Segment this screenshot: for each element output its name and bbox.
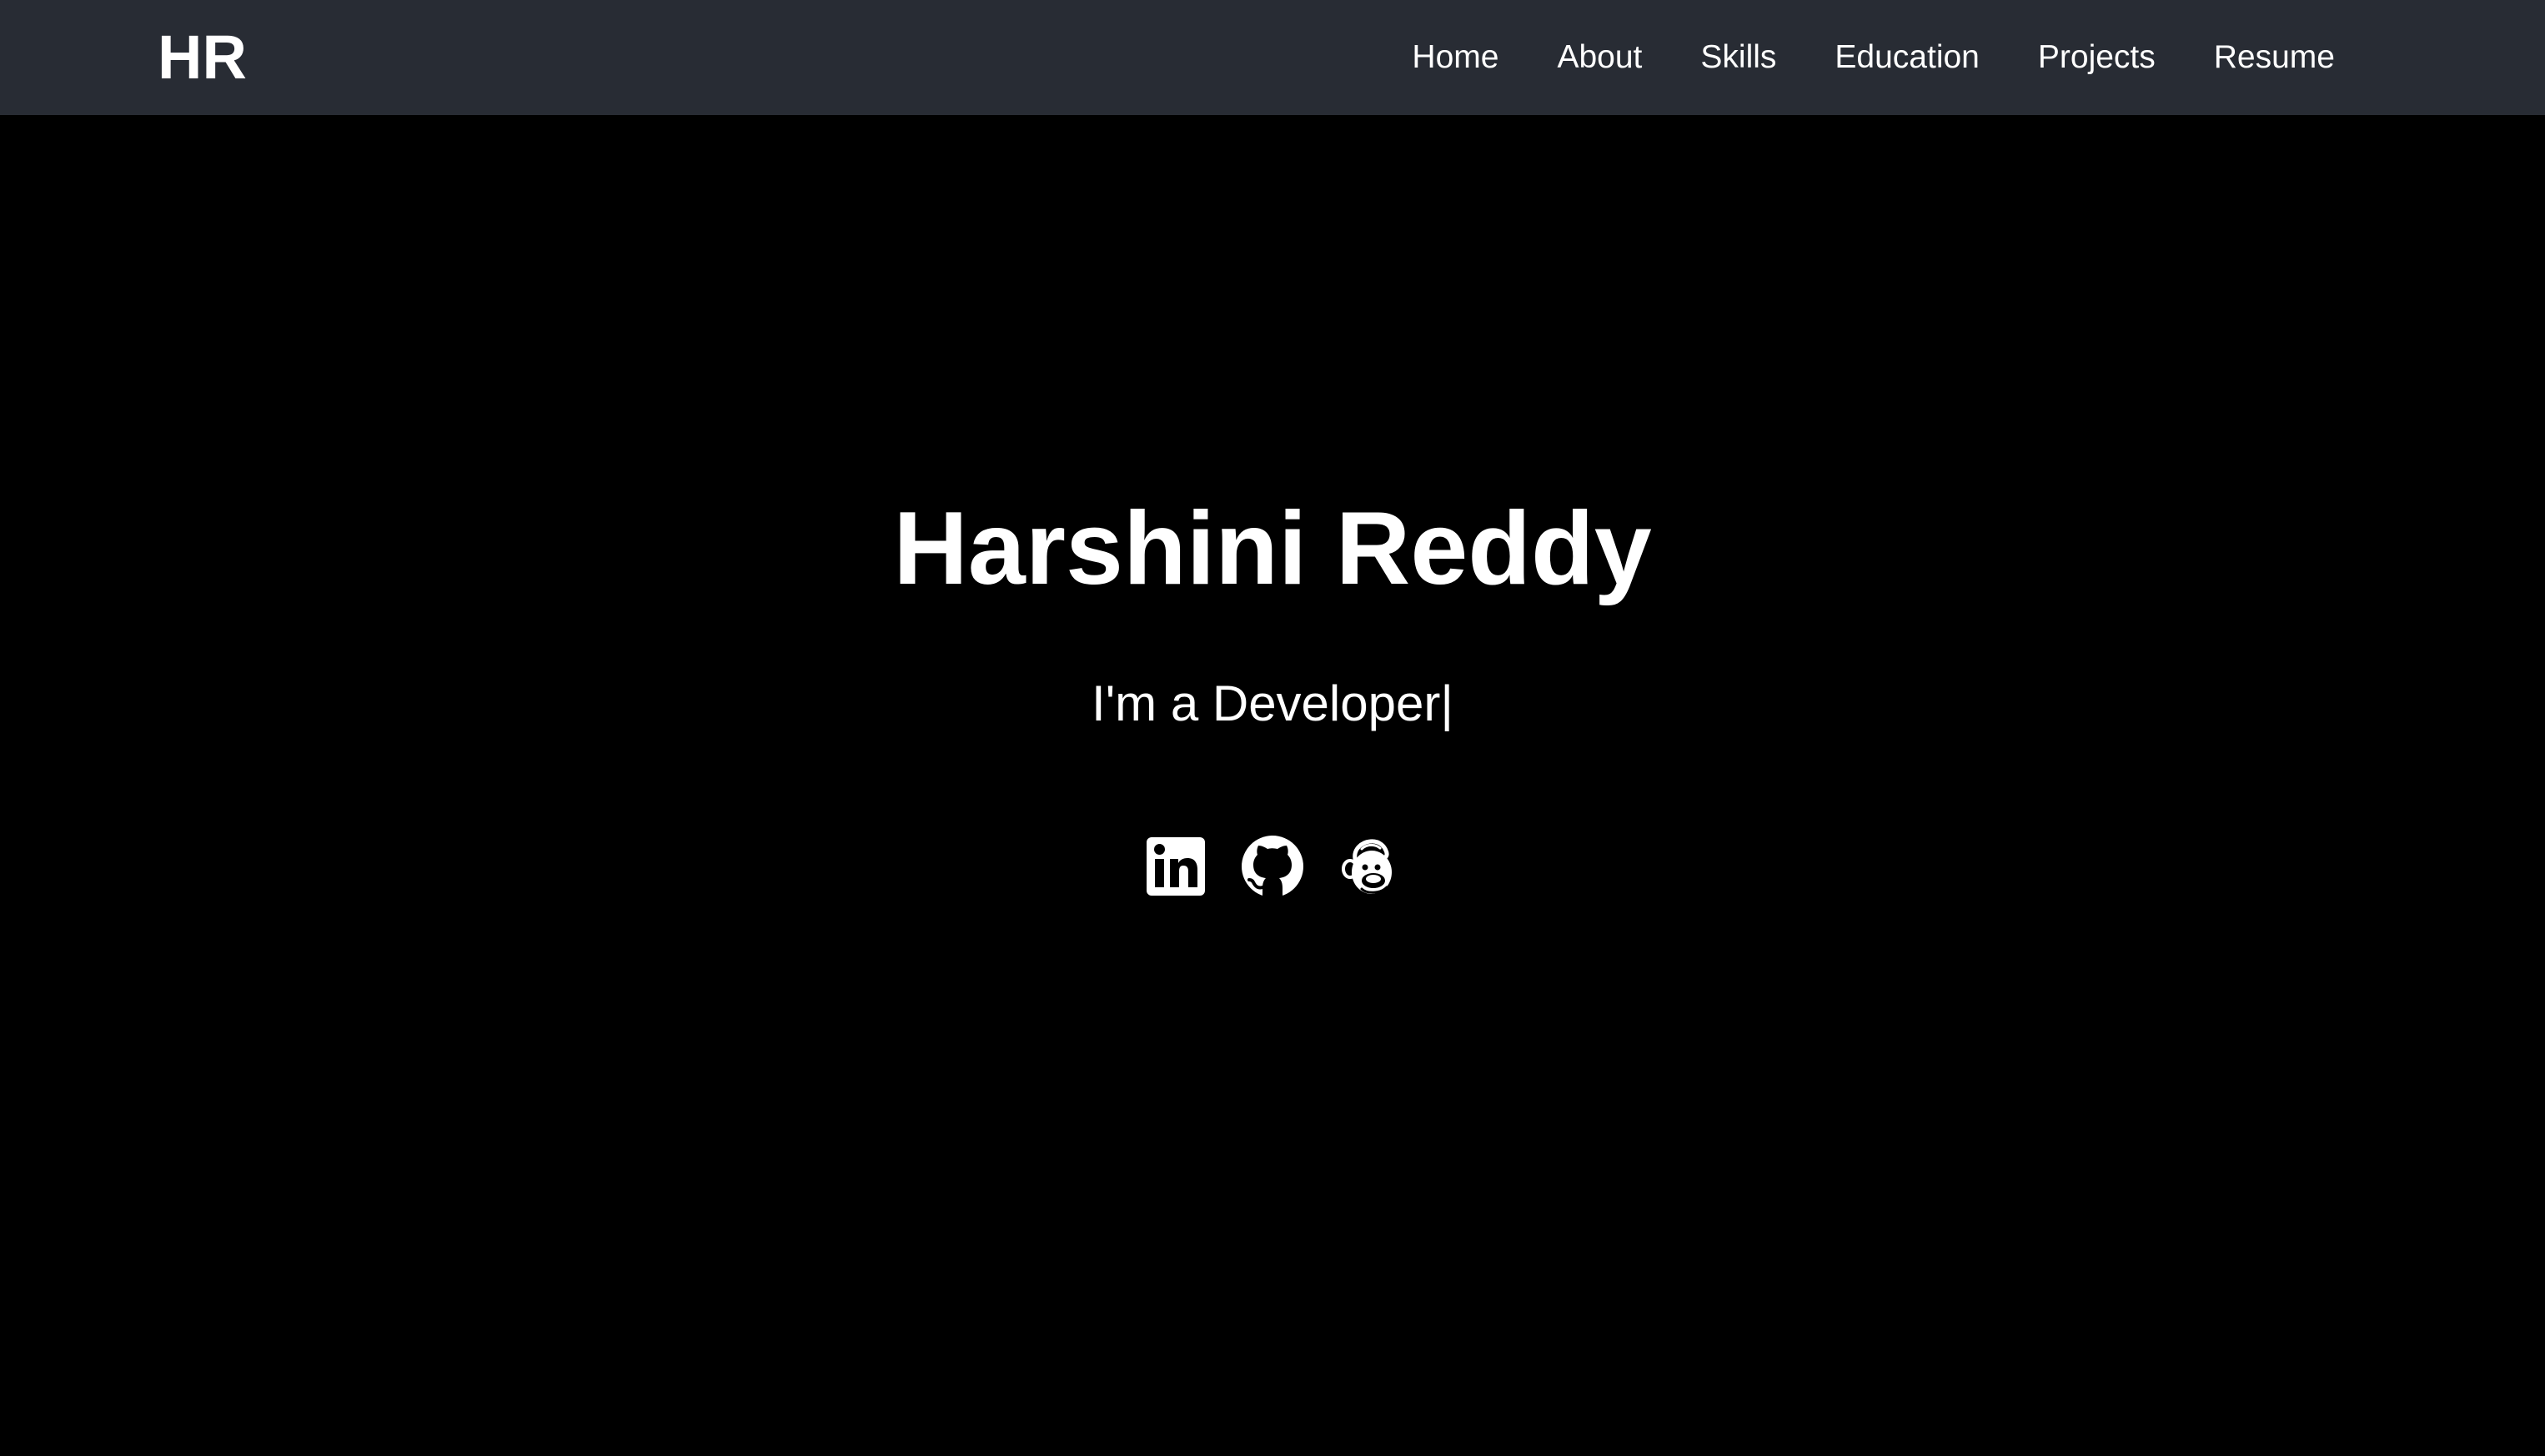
- mailchimp-icon: [1342, 839, 1392, 894]
- nav-link-projects[interactable]: Projects: [2038, 39, 2156, 76]
- nav-link-skills[interactable]: Skills: [1700, 39, 1776, 76]
- hero-section: Harshini Reddy I'm a Developer|: [0, 115, 2545, 1456]
- hero-tagline: I'm a Developer|: [1092, 675, 1453, 731]
- nav-link-home[interactable]: Home: [1412, 39, 1498, 76]
- github-icon: [1242, 836, 1303, 897]
- mailchimp-link[interactable]: [1337, 834, 1402, 899]
- nav-link-resume[interactable]: Resume: [2214, 39, 2335, 76]
- hero-name: Harshini Reddy: [893, 491, 1652, 606]
- logo[interactable]: HR: [158, 0, 247, 115]
- linkedin-link[interactable]: [1143, 834, 1208, 899]
- nav-link-education[interactable]: Education: [1835, 39, 1979, 76]
- social-links: [0, 834, 2545, 899]
- nav-links: Home About Skills Education Projects Res…: [1412, 0, 2335, 115]
- nav-link-about[interactable]: About: [1557, 39, 1642, 76]
- navbar: HR Home About Skills Education Projects …: [0, 0, 2545, 115]
- github-link[interactable]: [1240, 834, 1305, 899]
- linkedin-icon: [1147, 837, 1205, 896]
